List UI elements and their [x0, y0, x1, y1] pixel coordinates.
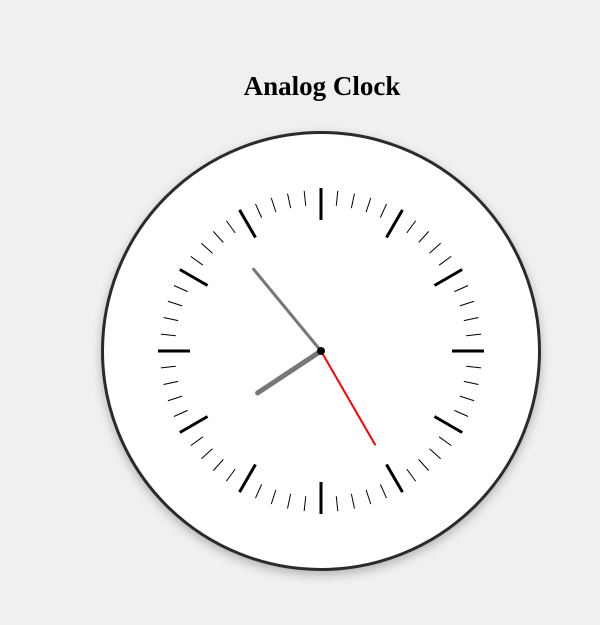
minute-tick: [466, 333, 482, 337]
minute-tick: [454, 285, 469, 293]
hour-tick: [385, 463, 404, 493]
minute-tick: [429, 242, 441, 254]
minute-tick: [212, 231, 224, 243]
minute-tick: [335, 496, 339, 512]
hour-tick: [238, 463, 257, 493]
minute-tick: [163, 317, 179, 322]
minute-tick: [459, 395, 475, 402]
minute-tick: [406, 468, 417, 482]
minute-tick: [201, 242, 213, 254]
minute-tick: [173, 409, 188, 417]
minute-tick: [418, 459, 430, 471]
minute-tick: [201, 448, 213, 460]
minute-tick: [463, 380, 479, 385]
minute-tick: [255, 484, 263, 499]
minute-tick: [225, 468, 236, 482]
hour-tick: [238, 209, 257, 239]
minute-tick: [270, 489, 277, 505]
hour-tick: [433, 268, 463, 287]
hour-tick: [179, 415, 209, 434]
minute-tick: [454, 409, 469, 417]
minute-tick: [379, 484, 387, 499]
minute-tick: [379, 203, 387, 218]
minute-tick: [335, 190, 339, 206]
clock-face: [158, 188, 484, 514]
second-hand: [320, 350, 376, 446]
minute-tick: [438, 255, 452, 266]
minute-tick: [190, 436, 204, 447]
minute-hand: [252, 267, 323, 353]
minute-tick: [160, 365, 176, 369]
minute-tick: [350, 493, 355, 509]
minute-tick: [163, 380, 179, 385]
minute-tick: [173, 285, 188, 293]
minute-tick: [255, 203, 263, 218]
hour-hand: [255, 348, 324, 396]
minute-tick: [270, 197, 277, 213]
minute-tick: [350, 193, 355, 209]
minute-tick: [212, 459, 224, 471]
minute-tick: [167, 300, 183, 307]
page-title: Analog Clock: [243, 71, 401, 101]
minute-tick: [429, 448, 441, 460]
minute-tick: [438, 436, 452, 447]
minute-tick: [167, 395, 183, 402]
minute-tick: [459, 300, 475, 307]
minute-tick: [303, 496, 307, 512]
minute-tick: [160, 333, 176, 337]
page: Analog Clock: [0, 0, 600, 625]
minute-tick: [365, 197, 372, 213]
minute-tick: [418, 231, 430, 243]
minute-tick: [225, 220, 236, 234]
hour-tick: [179, 268, 209, 287]
minute-tick: [406, 220, 417, 234]
center-pin: [317, 347, 325, 355]
minute-tick: [190, 255, 204, 266]
minute-tick: [287, 193, 292, 209]
minute-tick: [365, 489, 372, 505]
hour-tick: [433, 415, 463, 434]
minute-tick: [303, 190, 307, 206]
minute-tick: [463, 317, 479, 322]
minute-tick: [466, 365, 482, 369]
minute-tick: [287, 493, 292, 509]
analog-clock: [101, 131, 541, 571]
hour-tick: [385, 209, 404, 239]
